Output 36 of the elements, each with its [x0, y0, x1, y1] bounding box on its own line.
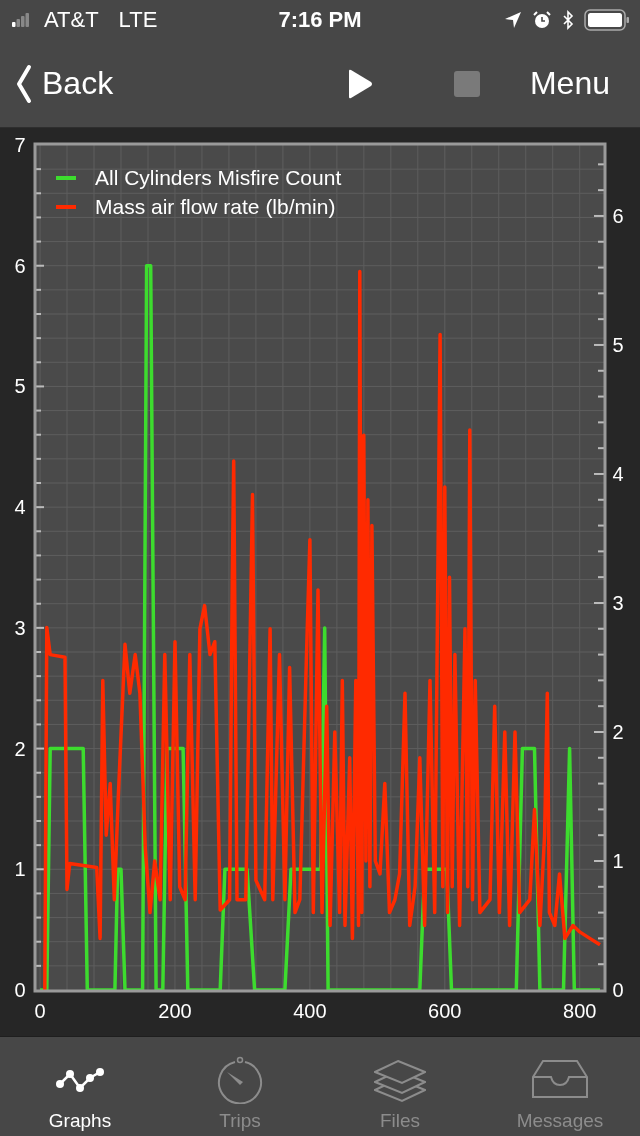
- y-axis-label: 6: [612, 205, 624, 228]
- y-axis-label: 3: [14, 617, 26, 640]
- y-axis-label: 0: [14, 979, 26, 1002]
- y-axis-label: 1: [14, 858, 26, 881]
- battery-icon: [584, 8, 630, 31]
- stop-icon: [453, 70, 480, 97]
- y-axis-label: 1: [612, 850, 624, 873]
- y-axis-label: 7: [14, 134, 26, 157]
- legend-label: Mass air flow rate (lb/min): [95, 195, 336, 219]
- tab-button[interactable]: Graphs: [0, 1037, 160, 1136]
- back-button[interactable]: Back: [16, 63, 114, 104]
- x-axis-label: 200: [158, 1000, 192, 1023]
- x-axis-label: 600: [428, 1000, 462, 1023]
- network-type: LTE: [118, 6, 158, 33]
- y-axis-label: 4: [612, 463, 624, 486]
- stopwatch-icon: [216, 1054, 264, 1104]
- status-time: 7:16 PM: [278, 6, 362, 33]
- alarm-icon: [532, 9, 552, 30]
- y-axis-label: 2: [14, 738, 26, 760]
- y-axis-label: 5: [14, 375, 26, 398]
- legend-label: All Cylinders Misfire Count: [95, 166, 342, 190]
- y-axis-label: 5: [612, 334, 624, 357]
- bluetooth-icon: [562, 9, 574, 30]
- x-axis-label: 800: [563, 1000, 597, 1023]
- y-axis-label: 3: [612, 592, 624, 615]
- y-axis-label: 2: [612, 721, 624, 744]
- carrier-name: AT&T: [44, 6, 99, 33]
- y-axis-label: 0: [612, 979, 624, 1002]
- x-axis-label: 400: [293, 1000, 327, 1023]
- tray-icon: [531, 1057, 589, 1101]
- x-axis-label: 0: [34, 1000, 46, 1023]
- menu-button[interactable]: Menu: [529, 65, 610, 103]
- y-axis-label: 4: [14, 496, 26, 519]
- y-axis-label: 6: [14, 255, 26, 278]
- chevron-left-icon: [16, 63, 32, 104]
- location-icon: [504, 10, 522, 29]
